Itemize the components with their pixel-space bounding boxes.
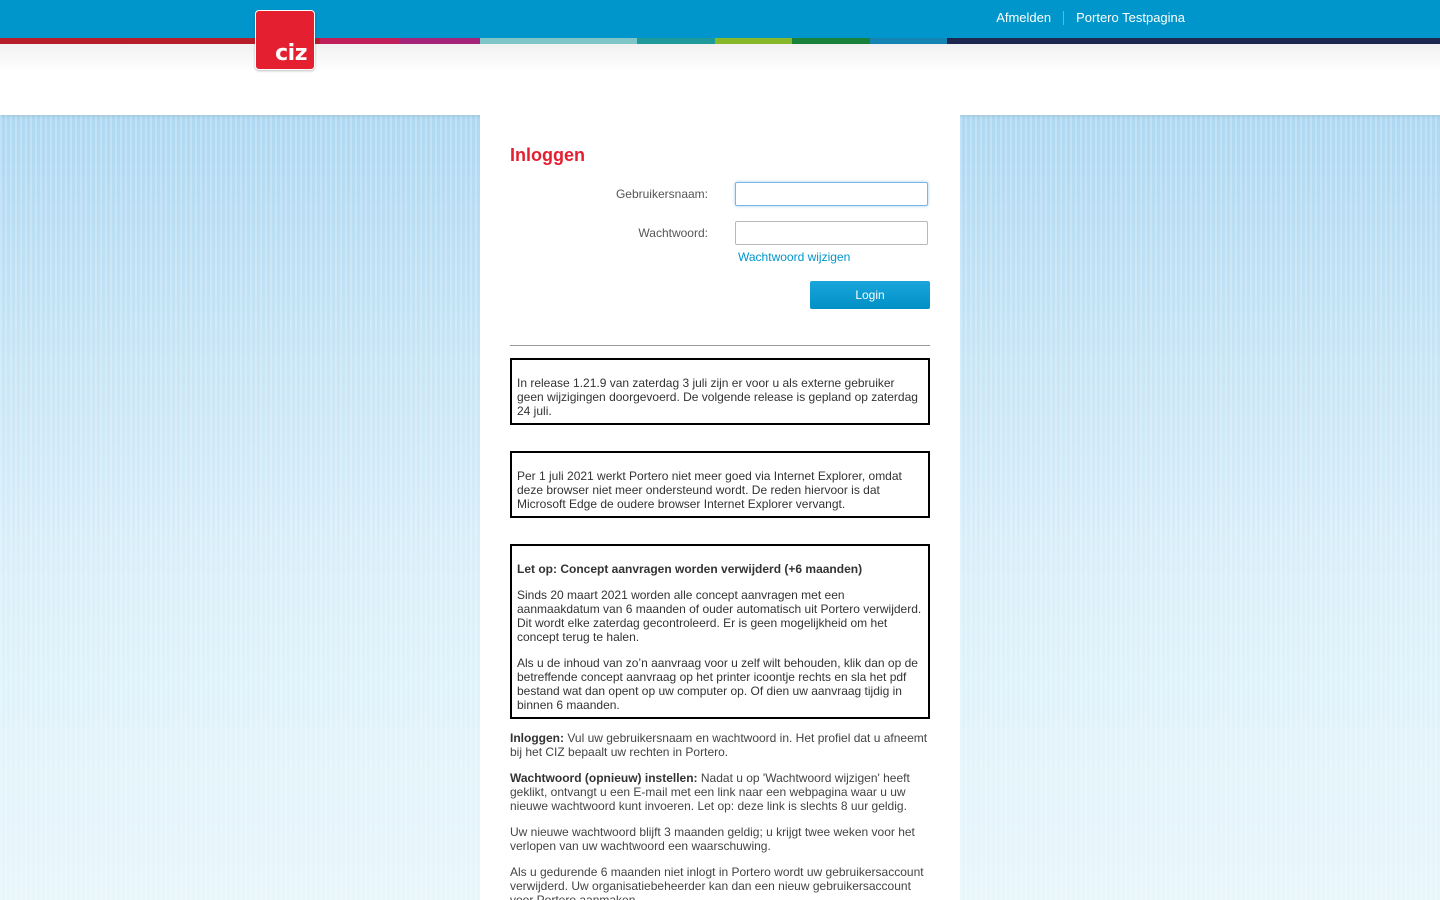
notice-concept-requests: Let op: Concept aanvragen worden verwijd… bbox=[510, 544, 930, 719]
notice-text: Per 1 juli 2021 werkt Portero niet meer … bbox=[517, 469, 902, 511]
info-login: Inloggen: Vul uw gebruikersnaam en wacht… bbox=[510, 731, 930, 759]
top-links-separator bbox=[1063, 10, 1065, 25]
testpage-link[interactable]: Portero Testpagina bbox=[1076, 10, 1185, 25]
top-bar: Afmelden Portero Testpagina bbox=[0, 0, 1440, 38]
notice-paragraph: Sinds 20 maart 2021 worden alle concept … bbox=[517, 588, 922, 644]
notice-internet-explorer: Per 1 juli 2021 werkt Portero niet meer … bbox=[510, 451, 930, 518]
password-label: Wachtwoord: bbox=[638, 226, 708, 240]
info-reset-label: Wachtwoord (opnieuw) instellen: bbox=[510, 771, 698, 785]
info-inactive: Als u gedurende 6 maanden niet inlogt in… bbox=[510, 865, 924, 900]
logout-link[interactable]: Afmelden bbox=[996, 10, 1051, 25]
username-row: Gebruikersnaam: bbox=[510, 180, 930, 208]
divider bbox=[510, 345, 930, 346]
login-title: Inloggen bbox=[510, 145, 585, 165]
header-area bbox=[0, 44, 1440, 115]
username-input[interactable] bbox=[735, 182, 928, 206]
main-content: Inloggen Gebruikersnaam: Wachtwoord: Wac… bbox=[480, 115, 960, 900]
password-row: Wachtwoord: bbox=[510, 219, 930, 247]
change-password-link[interactable]: Wachtwoord wijzigen bbox=[738, 250, 850, 264]
username-label: Gebruikersnaam: bbox=[615, 187, 708, 201]
info-section: Inloggen: Vul uw gebruikersnaam en wacht… bbox=[510, 731, 930, 900]
info-validity: Uw nieuwe wachtwoord blijft 3 maanden ge… bbox=[510, 825, 915, 853]
notice-release: In release 1.21.9 van zaterdag 3 juli zi… bbox=[510, 358, 930, 425]
password-input[interactable] bbox=[735, 221, 928, 245]
notice-paragraph: Als u de inhoud van zo’n aanvraag voor u… bbox=[517, 656, 918, 712]
info-login-label: Inloggen: bbox=[510, 731, 564, 745]
info-login-text: Vul uw gebruikersnaam en wachtwoord in. … bbox=[510, 731, 928, 759]
top-links: Afmelden Portero Testpagina bbox=[996, 10, 1185, 25]
logo-text: ciz bbox=[275, 41, 307, 66]
login-button[interactable]: Login bbox=[810, 281, 930, 309]
notice-text: In release 1.21.9 van zaterdag 3 juli zi… bbox=[517, 376, 918, 418]
ciz-logo[interactable]: ciz bbox=[255, 10, 315, 70]
notice-heading: Let op: Concept aanvragen worden verwijd… bbox=[517, 562, 863, 576]
info-reset: Wachtwoord (opnieuw) instellen: Nadat u … bbox=[510, 771, 930, 813]
